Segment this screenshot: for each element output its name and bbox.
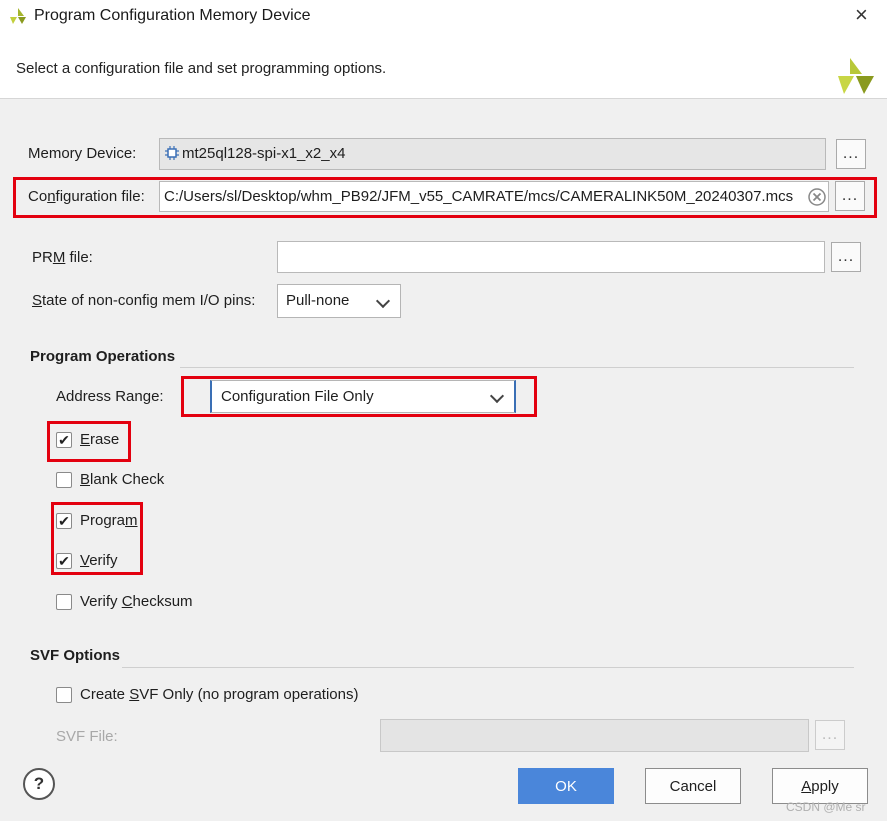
program-checkbox-row[interactable]: ✔ Program	[56, 512, 138, 529]
verify-checksum-checkbox-row[interactable]: Verify Checksum	[56, 593, 193, 610]
xilinx-logo-icon	[836, 56, 876, 100]
address-range-value: Configuration File Only	[221, 388, 374, 405]
dialog-subtitle: Select a configuration file and set prog…	[16, 60, 387, 77]
app-logo-icon	[8, 7, 28, 29]
program-checkbox[interactable]: ✔	[56, 512, 72, 529]
chip-icon	[164, 145, 180, 165]
state-pins-label: State of non-config mem I/O pins:	[32, 292, 256, 309]
verify-checkbox-row[interactable]: ✔ Verify	[56, 552, 118, 569]
svf-file-label: SVF File:	[56, 728, 118, 745]
prm-file-browse-button[interactable]: ...	[831, 242, 861, 272]
erase-checkbox-row[interactable]: ✔ Erase	[56, 431, 119, 448]
create-svf-label: Create SVF Only (no program operations)	[80, 686, 359, 703]
verify-label: Verify	[80, 552, 118, 569]
svf-file-input	[380, 719, 809, 752]
svf-options-heading: SVF Options	[30, 647, 120, 664]
apply-button[interactable]: Apply	[772, 768, 868, 804]
memory-device-value: mt25ql128-spi-x1_x2_x4	[182, 145, 346, 162]
config-file-label: Configuration file:	[28, 188, 145, 205]
svf-file-browse-button: ...	[815, 720, 845, 750]
clear-field-icon[interactable]	[808, 188, 826, 210]
verify-checksum-checkbox[interactable]	[56, 593, 72, 610]
state-pins-dropdown[interactable]: Pull-none	[277, 284, 401, 318]
prm-file-input[interactable]	[277, 241, 825, 273]
verify-checksum-label: Verify Checksum	[80, 593, 193, 610]
blank-check-checkbox[interactable]	[56, 471, 72, 488]
create-svf-checkbox[interactable]	[56, 686, 72, 703]
window-title: Program Configuration Memory Device	[34, 7, 311, 24]
blank-check-label: Blank Check	[80, 471, 165, 488]
config-file-browse-button[interactable]: ...	[835, 181, 865, 211]
erase-label: Erase	[80, 431, 120, 448]
config-file-value: C:/Users/sl/Desktop/whm_PB92/JFM_v55_CAM…	[164, 188, 794, 205]
memory-device-field: mt25ql128-spi-x1_x2_x4	[159, 138, 826, 170]
create-svf-checkbox-row[interactable]: Create SVF Only (no program operations)	[56, 686, 358, 703]
ok-button[interactable]: OK	[518, 768, 614, 804]
memory-device-label: Memory Device:	[28, 145, 137, 162]
program-operations-heading: Program Operations	[30, 348, 176, 365]
chevron-down-icon	[489, 388, 505, 404]
state-pins-value: Pull-none	[286, 292, 350, 309]
cancel-button[interactable]: Cancel	[645, 768, 741, 804]
close-icon[interactable]: ×	[855, 2, 868, 28]
address-range-dropdown[interactable]: Configuration File Only	[210, 380, 516, 413]
erase-checkbox[interactable]: ✔	[56, 431, 72, 448]
watermark-text: CSDN @Me sr	[786, 800, 866, 814]
section-divider	[122, 667, 854, 668]
memory-device-browse-button[interactable]: ...	[836, 139, 866, 169]
chevron-down-icon	[375, 293, 391, 309]
blank-check-checkbox-row[interactable]: Blank Check	[56, 471, 164, 488]
config-file-input[interactable]: C:/Users/sl/Desktop/whm_PB92/JFM_v55_CAM…	[159, 181, 829, 212]
section-divider	[180, 367, 854, 368]
prm-file-label: PRM file:	[32, 249, 93, 266]
program-label: Program	[80, 512, 138, 529]
verify-checkbox[interactable]: ✔	[56, 552, 72, 569]
address-range-label: Address Range:	[56, 388, 164, 405]
help-icon[interactable]: ?	[23, 768, 55, 800]
